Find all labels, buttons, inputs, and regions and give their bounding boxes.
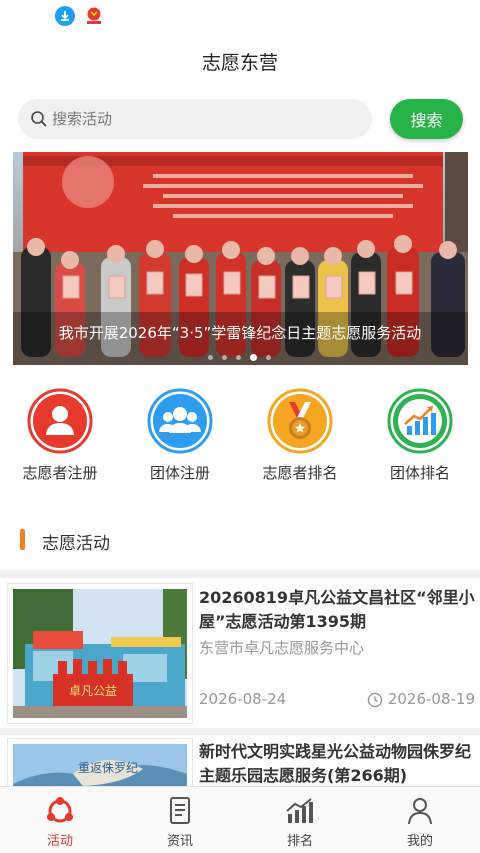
activity-title: 20260819卓凡公益文昌社区“邻里小屋”志愿活动第1395期 xyxy=(199,588,475,631)
quick-link-label: 团体排名 xyxy=(389,464,450,482)
divider xyxy=(0,570,480,578)
person-icon xyxy=(27,388,93,454)
activity-icon xyxy=(47,797,73,823)
group-icon xyxy=(147,388,213,454)
activity-thumbnail: 卓凡公益 xyxy=(7,583,193,724)
activity-thumbnail: 重返侏罗纪 xyxy=(7,738,193,786)
volunteer-ranking-link[interactable]: 志愿者排名 xyxy=(257,388,343,488)
search-icon xyxy=(31,111,47,127)
download-icon xyxy=(55,6,75,26)
svg-text:卓凡公益: 卓凡公益 xyxy=(69,684,117,698)
carousel-dot-active[interactable] xyxy=(250,354,257,361)
section-accent-bar xyxy=(20,529,25,550)
search-button[interactable]: 搜索 xyxy=(390,99,463,139)
page-title: 志愿东营 xyxy=(201,52,278,74)
user-icon xyxy=(408,798,432,825)
activity-date: 2026-08-24 xyxy=(199,690,287,708)
tab-news[interactable]: 资讯 xyxy=(132,787,228,853)
carousel-dot[interactable] xyxy=(266,355,271,360)
bar-chart-icon xyxy=(286,798,313,823)
carousel-dot[interactable] xyxy=(236,355,241,360)
tab-label: 排名 xyxy=(286,834,313,849)
tab-label: 我的 xyxy=(406,834,433,849)
medal-icon xyxy=(267,388,333,454)
activity-card[interactable]: 卓凡公益 20260819卓凡公益文昌社区“邻里小屋”志愿活动第1395期 东营… xyxy=(0,578,480,728)
activity-organizer: 东营市卓凡志愿服务中心 xyxy=(199,639,365,657)
tab-activities[interactable]: 活动 xyxy=(12,787,108,853)
tab-label: 资讯 xyxy=(166,834,193,849)
search-input[interactable] xyxy=(52,99,362,139)
banner-caption[interactable]: 我市开展2026年“3·5”学雷锋纪念日主题志愿服务活动 xyxy=(0,322,480,343)
chart-trend-icon xyxy=(387,388,453,454)
carousel-dot[interactable] xyxy=(222,355,227,360)
bottom-tab-bar: 活动 资讯 排名 我的 xyxy=(0,786,480,853)
activity-title: 新时代文明实践星光公益动物园侏罗纪主题乐园志愿服务(第266期) xyxy=(199,742,472,785)
volunteer-register-link[interactable]: 志愿者注册 xyxy=(17,388,103,488)
document-icon xyxy=(170,797,190,824)
quick-link-label: 志愿者注册 xyxy=(22,464,98,482)
carousel-dot[interactable] xyxy=(208,355,213,360)
search-box[interactable] xyxy=(18,99,372,139)
tab-ranking[interactable]: 排名 xyxy=(252,787,348,853)
quick-link-label: 团体注册 xyxy=(149,464,210,482)
activity-end-date: 2026-08-19 xyxy=(387,690,475,708)
group-register-link[interactable]: 团体注册 xyxy=(137,388,223,488)
clock-icon xyxy=(367,692,383,708)
carousel-indicator xyxy=(0,354,480,362)
quick-link-label: 志愿者排名 xyxy=(262,464,338,482)
activity-card[interactable]: 重返侏罗纪 新时代文明实践星光公益动物园侏罗纪主题乐园志愿服务(第266期) xyxy=(0,735,480,786)
divider xyxy=(0,728,480,735)
tab-profile[interactable]: 我的 xyxy=(372,787,468,853)
group-ranking-link[interactable]: 团体排名 xyxy=(377,388,463,488)
svg-text:重返侏罗纪: 重返侏罗纪 xyxy=(78,761,138,775)
section-title: 志愿活动 xyxy=(42,534,110,554)
status-bar xyxy=(0,0,480,36)
party-badge-icon xyxy=(87,7,101,24)
tab-label: 活动 xyxy=(46,834,73,849)
